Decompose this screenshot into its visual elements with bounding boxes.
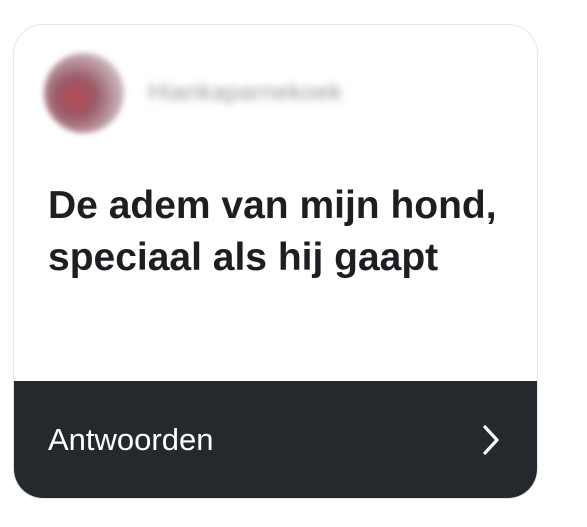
avatar[interactable] bbox=[44, 53, 124, 133]
reply-button[interactable]: Antwoorden bbox=[14, 381, 537, 498]
reply-label: Antwoorden bbox=[48, 421, 214, 457]
question-text: De adem van mijn hond, speciaal als hij … bbox=[48, 184, 497, 279]
card-header: Hiankaparnekoek bbox=[44, 53, 342, 133]
username[interactable]: Hiankaparnekoek bbox=[148, 79, 342, 107]
question-card: Hiankaparnekoek De adem van mijn hond, s… bbox=[13, 24, 538, 499]
chevron-right-icon bbox=[481, 424, 501, 456]
